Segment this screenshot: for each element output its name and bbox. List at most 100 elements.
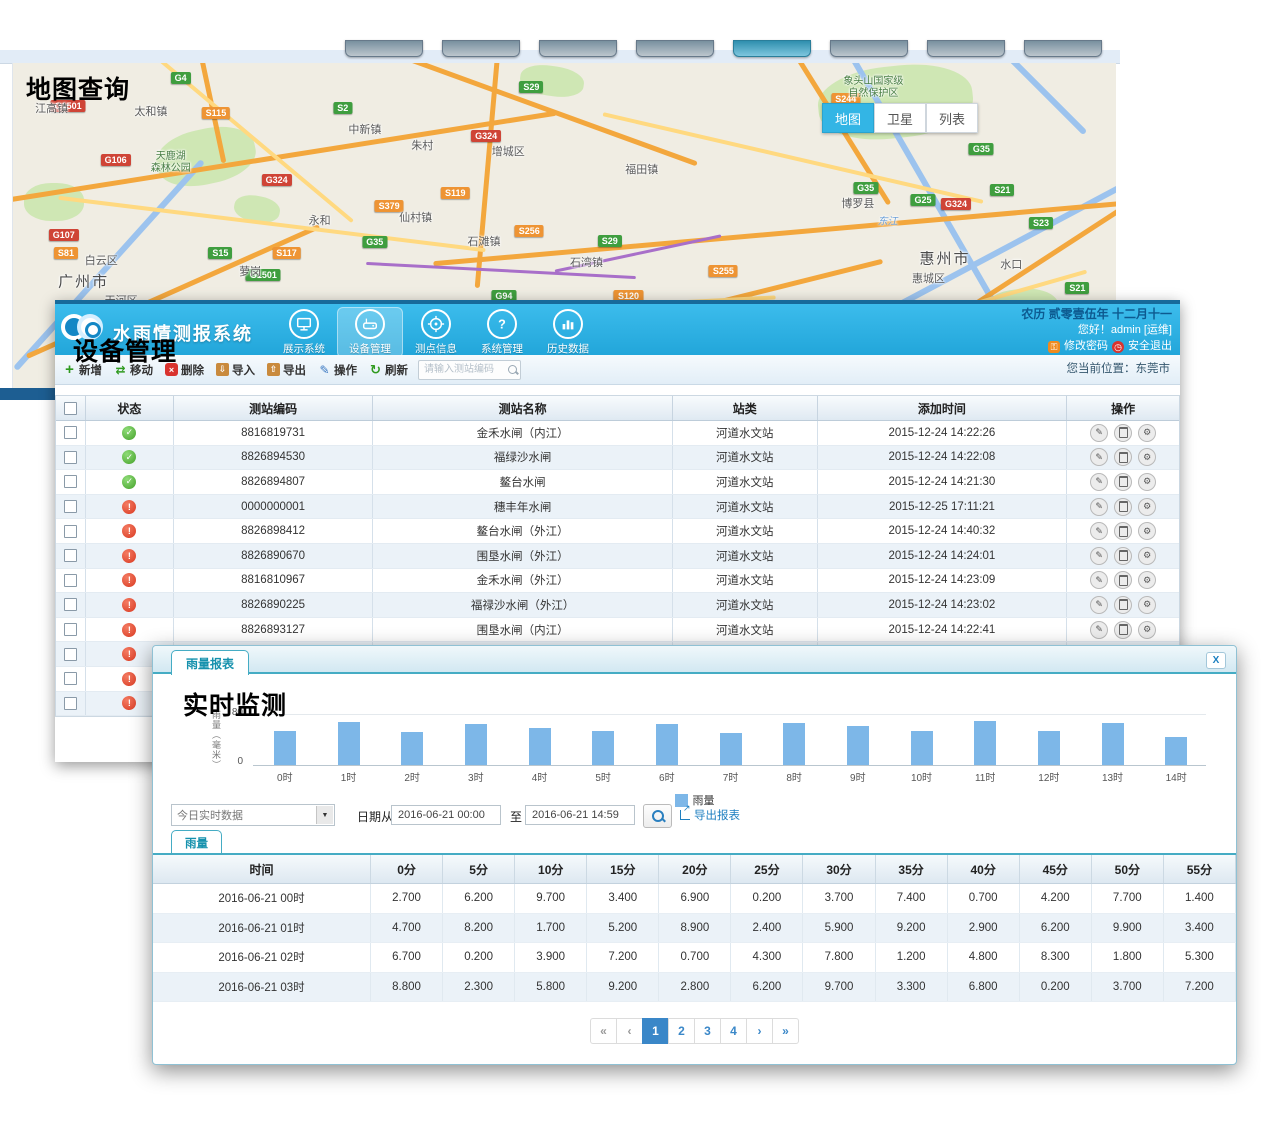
settings-icon[interactable]: ⚙ <box>1138 522 1156 540</box>
pagination-last-button[interactable]: » <box>772 1018 799 1044</box>
pagination-next-button[interactable]: › <box>746 1018 773 1044</box>
status-cell: ! <box>86 618 174 642</box>
background-tab[interactable] <box>1024 40 1102 57</box>
map-view-button-列表[interactable]: 列表 <box>926 103 978 133</box>
nav-item-历史数据[interactable]: 历史数据 <box>535 307 601 358</box>
rain-value-cell: 4.800 <box>948 943 1020 972</box>
tab-rain[interactable]: 雨量 <box>171 830 222 854</box>
settings-icon[interactable]: ⚙ <box>1138 596 1156 614</box>
row-checkbox[interactable] <box>64 549 77 562</box>
edit-icon[interactable]: ✎ <box>1090 473 1108 491</box>
toolbar-button-操作[interactable]: ✎操作 <box>318 362 357 378</box>
export-report-link[interactable]: 导出报表 <box>680 807 740 823</box>
delete-icon[interactable] <box>1114 448 1132 466</box>
trash-glyph <box>1119 624 1128 635</box>
delete-icon[interactable] <box>1114 473 1132 491</box>
row-checkbox[interactable] <box>64 525 77 538</box>
edit-icon[interactable]: ✎ <box>1090 522 1108 540</box>
background-tab[interactable] <box>345 40 423 57</box>
edit-icon[interactable]: ✎ <box>1090 448 1108 466</box>
station-search-box[interactable] <box>418 360 521 380</box>
search-icon[interactable] <box>508 365 517 374</box>
toolbar-button-刷新[interactable]: ↻刷新 <box>369 362 408 378</box>
nav-item-展示系统[interactable]: 展示系统 <box>271 307 337 358</box>
edit-icon[interactable]: ✎ <box>1090 547 1108 565</box>
pagination-first-button[interactable]: « <box>590 1018 617 1044</box>
table-row: !8826890670围垦水闸（外江）河道水文站2015-12-24 14:24… <box>56 544 1179 569</box>
edit-icon[interactable]: ✎ <box>1090 571 1108 589</box>
row-checkbox[interactable] <box>64 623 77 636</box>
row-checkbox[interactable] <box>64 451 77 464</box>
data-type-select[interactable]: 今日实时数据 ▼ <box>171 804 335 826</box>
delete-icon[interactable] <box>1114 424 1132 442</box>
change-password-link[interactable]: 修改密码 <box>1064 339 1108 354</box>
time-cell: 2015-12-24 14:22:08 <box>818 446 1068 470</box>
delete-icon[interactable] <box>1114 596 1132 614</box>
toolbar-button-导入[interactable]: ⇩导入 <box>216 362 255 378</box>
pagination: «‹1234›» <box>153 1018 1236 1044</box>
station-search-input[interactable] <box>422 363 508 376</box>
background-tab[interactable] <box>636 40 714 57</box>
background-tab[interactable] <box>539 40 617 57</box>
background-tab[interactable] <box>733 40 811 57</box>
settings-icon[interactable]: ⚙ <box>1138 448 1156 466</box>
toolbar-button-label: 导出 <box>283 362 306 378</box>
status-alert-icon: ! <box>122 549 136 563</box>
name-cell: 金禾水闸（内江） <box>373 421 672 445</box>
edit-icon[interactable]: ✎ <box>1090 424 1108 442</box>
select-all-checkbox[interactable] <box>64 402 77 415</box>
settings-icon[interactable]: ⚙ <box>1138 473 1156 491</box>
row-checkbox[interactable] <box>64 598 77 611</box>
edit-icon[interactable]: ✎ <box>1090 596 1108 614</box>
row-checkbox[interactable] <box>64 500 77 513</box>
delete-icon[interactable] <box>1114 571 1132 589</box>
logout-link[interactable]: 安全退出 <box>1128 339 1172 354</box>
pagination-page-4[interactable]: 4 <box>720 1018 747 1044</box>
settings-icon[interactable]: ⚙ <box>1138 424 1156 442</box>
place-label: 福田镇 <box>625 161 658 177</box>
rain-value-cell: 6.200 <box>443 884 515 913</box>
rain-value-cell: 7.400 <box>876 884 948 913</box>
row-checkbox[interactable] <box>64 648 77 661</box>
background-tab[interactable] <box>442 40 520 57</box>
trash-glyph <box>1119 526 1128 537</box>
pagination-page-1[interactable]: 1 <box>642 1018 669 1044</box>
rain-value-cell: 3.700 <box>803 884 875 913</box>
close-button[interactable]: X <box>1206 652 1226 669</box>
settings-icon[interactable]: ⚙ <box>1138 547 1156 565</box>
map-view-button-地图[interactable]: 地图 <box>822 103 874 133</box>
row-checkbox[interactable] <box>64 426 77 439</box>
settings-icon[interactable]: ⚙ <box>1138 498 1156 516</box>
row-checkbox[interactable] <box>64 475 77 488</box>
time-cell: 2015-12-25 17:11:21 <box>818 495 1068 519</box>
edit-icon[interactable]: ✎ <box>1090 621 1108 639</box>
delete-icon[interactable] <box>1114 547 1132 565</box>
pagination-prev-button[interactable]: ‹ <box>616 1018 643 1044</box>
toolbar-button-导出[interactable]: ⇧导出 <box>267 362 306 378</box>
pagination-page-3[interactable]: 3 <box>694 1018 721 1044</box>
rain-value-cell: 2.300 <box>443 973 515 1002</box>
tab-rain-report[interactable]: 雨量报表 <box>171 650 249 675</box>
date-to-input[interactable] <box>525 805 635 825</box>
background-tab[interactable] <box>830 40 908 57</box>
rain-value-cell: 3.400 <box>587 884 659 913</box>
row-checkbox[interactable] <box>64 574 77 587</box>
delete-icon[interactable] <box>1114 621 1132 639</box>
delete-icon[interactable] <box>1114 522 1132 540</box>
edit-icon[interactable]: ✎ <box>1090 498 1108 516</box>
date-from-input[interactable] <box>391 805 501 825</box>
background-tab[interactable] <box>927 40 1005 57</box>
settings-icon[interactable]: ⚙ <box>1138 571 1156 589</box>
place-label: 惠城区 <box>912 270 945 286</box>
map-view-button-卫星[interactable]: 卫星 <box>874 103 926 133</box>
pagination-page-2[interactable]: 2 <box>668 1018 695 1044</box>
settings-icon[interactable]: ⚙ <box>1138 621 1156 639</box>
query-button[interactable] <box>643 804 672 828</box>
code-cell: 8826898412 <box>174 519 374 543</box>
nav-item-测点信息[interactable]: 测点信息 <box>403 307 469 358</box>
delete-icon[interactable] <box>1114 498 1132 516</box>
nav-item-系统管理[interactable]: ?系统管理 <box>469 307 535 358</box>
row-checkbox[interactable] <box>64 672 77 685</box>
nav-item-设备管理[interactable]: 设备管理 <box>337 307 403 358</box>
row-checkbox[interactable] <box>64 697 77 710</box>
